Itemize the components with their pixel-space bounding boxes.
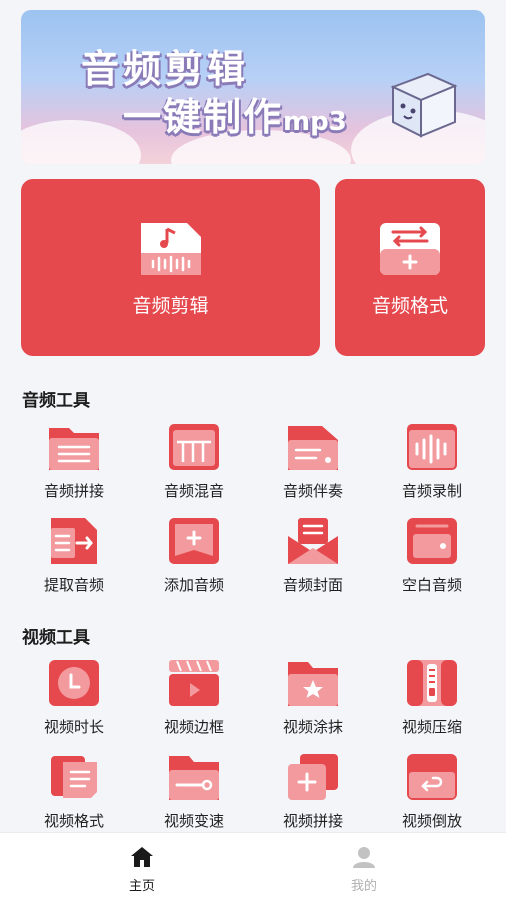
cover-envelope-icon	[288, 518, 338, 564]
tool-video-smear[interactable]: 视频涂抹	[258, 658, 368, 744]
home-icon	[131, 847, 153, 867]
tool-audio-accompaniment[interactable]: 音频伴奏	[258, 422, 368, 508]
tool-label: 音频混音	[163, 482, 224, 500]
tool-label: 视频变速	[163, 812, 224, 830]
folder-star-icon	[288, 662, 338, 706]
video-tools-title: 视频工具	[22, 628, 90, 648]
document-format-icon	[51, 756, 97, 798]
tool-label: 视频压缩	[401, 718, 462, 736]
tool-video-duration[interactable]: 视频时长	[19, 658, 129, 744]
banner-subheadline: 一键制作mp3	[123, 95, 347, 139]
tool-audio-record[interactable]: 音频录制	[377, 422, 487, 508]
tool-video-join[interactable]: 视频拼接	[258, 752, 368, 838]
promo-banner[interactable]: 音频剪辑 一键制作mp3	[21, 10, 485, 164]
audio-edit-card[interactable]: 音频剪辑	[21, 179, 320, 356]
tool-label: 视频涂抹	[282, 718, 343, 736]
folder-speed-icon	[169, 756, 219, 800]
tool-audio-cover[interactable]: 音频封面	[258, 516, 368, 602]
clock-icon	[49, 660, 99, 706]
tool-label: 视频边框	[163, 718, 224, 736]
tool-audio-mix[interactable]: 音频混音	[139, 422, 249, 508]
tool-video-speed[interactable]: 视频变速	[139, 752, 249, 838]
tool-label: 添加音频	[163, 576, 224, 594]
tool-blank-audio[interactable]: 空白音频	[377, 516, 487, 602]
extract-audio-icon	[51, 518, 97, 564]
layers-add-icon	[288, 754, 338, 800]
audio-edit-label: 音频剪辑	[132, 295, 209, 317]
audio-file-edit-icon	[140, 223, 201, 275]
tab-home-label: 主页	[128, 879, 155, 894]
banner-headline: 音频剪辑	[81, 47, 250, 91]
tool-label: 空白音频	[401, 576, 462, 594]
tool-extract-audio[interactable]: 提取音频	[19, 516, 129, 602]
folder-list-icon	[49, 428, 99, 470]
tool-video-format[interactable]: 视频格式	[19, 752, 129, 838]
tool-label: 音频封面	[282, 576, 343, 594]
blank-audio-icon	[407, 518, 457, 564]
tool-add-audio[interactable]: 添加音频	[139, 516, 249, 602]
tool-video-reverse[interactable]: 视频倒放	[377, 752, 487, 838]
tool-label: 视频拼接	[282, 812, 343, 830]
tab-mine-label: 我的	[350, 879, 377, 894]
cube-mascot-icon	[390, 72, 458, 138]
tool-audio-join[interactable]: 音频拼接	[19, 422, 129, 508]
audio-format-label: 音频格式	[371, 295, 448, 317]
mixer-icon	[169, 424, 219, 470]
tool-label: 视频倒放	[401, 812, 462, 830]
waveform-record-icon	[407, 424, 457, 470]
add-audio-icon	[169, 518, 219, 564]
tool-label: 视频时长	[43, 718, 104, 736]
format-convert-icon	[380, 223, 440, 275]
zip-compress-icon	[407, 660, 457, 706]
tool-label: 提取音频	[43, 576, 104, 594]
audio-tools-title: 音频工具	[22, 391, 90, 411]
tool-label: 视频格式	[43, 812, 104, 830]
bottom-tab-bar: 主页 我的	[0, 832, 506, 900]
clapper-frame-icon	[169, 660, 219, 706]
tool-video-frame[interactable]: 视频边框	[139, 658, 249, 744]
tab-home[interactable]: 主页	[82, 833, 202, 900]
tool-label: 音频拼接	[43, 482, 104, 500]
tool-label: 音频伴奏	[282, 482, 343, 500]
audio-format-card[interactable]: 音频格式	[335, 179, 485, 356]
tool-label: 音频录制	[401, 482, 462, 500]
folder-accompaniment-icon	[288, 426, 338, 470]
tool-video-compress[interactable]: 视频压缩	[377, 658, 487, 744]
user-icon	[353, 847, 375, 868]
reverse-play-icon	[407, 754, 457, 800]
tab-mine[interactable]: 我的	[304, 833, 424, 900]
